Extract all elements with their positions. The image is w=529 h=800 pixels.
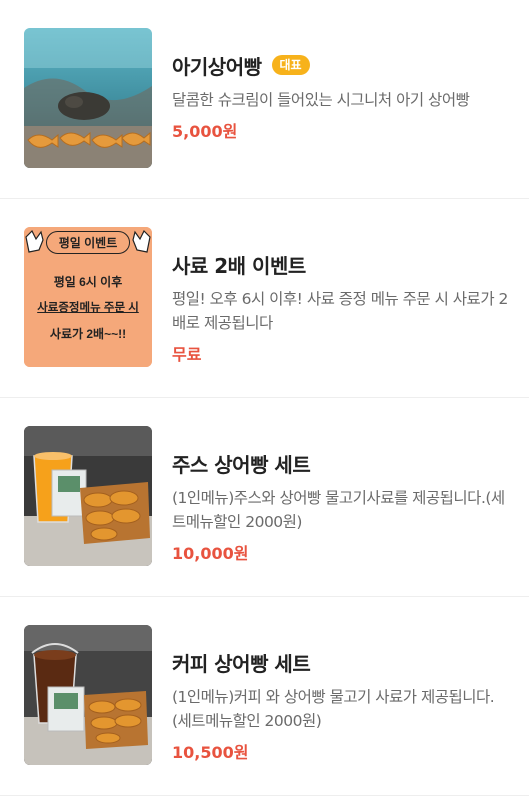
menu-item-title: 사료 2배 이벤트 xyxy=(172,253,306,278)
menu-item-juice-set[interactable]: 주스 상어빵 세트 (1인메뉴)주스와 상어빵 물고기사료를 제공됩니다.(세트… xyxy=(0,398,529,597)
signature-badge: 대표 xyxy=(271,55,310,75)
menu-item-price: 10,500원 xyxy=(172,743,249,762)
poster-heading: 평일 이벤트 xyxy=(46,231,130,254)
menu-item-title: 커피 상어빵 세트 xyxy=(172,651,311,676)
menu-item-image-event-poster: 평일 이벤트 평일 6시 이후 사료증정메뉴 주문 시 사료가 2배~~!! xyxy=(24,227,152,367)
menu-item-description: (1인메뉴)주스와 상어빵 물고기사료를 제공됩니다.(세트메뉴할인 2000원… xyxy=(172,489,505,531)
menu-item-title: 아기상어빵 xyxy=(172,54,262,79)
poster-line: 사료증정메뉴 주문 시 xyxy=(37,302,139,314)
poster-line: 사료가 2배~~!! xyxy=(49,327,127,341)
menu-item-price: 10,000원 xyxy=(172,544,249,563)
menu-item-image-juice-set xyxy=(24,426,152,566)
menu-item-price: 5,000원 xyxy=(172,122,238,141)
menu-item-description: 평일! 오후 6시 이후! 사료 증정 메뉴 주문 시 사료가 2배로 제공됩니… xyxy=(172,290,508,332)
menu-item-feed-event[interactable]: 평일 이벤트 평일 6시 이후 사료증정메뉴 주문 시 사료가 2배~~!! 사… xyxy=(0,199,529,398)
menu-item-description: 달콤한 슈크림이 들어있는 시그니처 아기 상어빵 xyxy=(172,91,470,109)
menu-item-title: 주스 상어빵 세트 xyxy=(172,452,311,477)
poster-line: 평일 6시 이후 xyxy=(53,275,123,289)
menu-list: 아기상어빵 대표 달콤한 슈크림이 들어있는 시그니처 아기 상어빵 5,000… xyxy=(0,0,529,800)
menu-item-coffee-set[interactable]: 커피 상어빵 세트 (1인메뉴)커피 와 상어빵 물고기 사료가 제공됩니다.(… xyxy=(0,597,529,796)
menu-item-baby-shark-bread[interactable]: 아기상어빵 대표 달콤한 슈크림이 들어있는 시그니처 아기 상어빵 5,000… xyxy=(0,0,529,199)
menu-item-description: (1인메뉴)커피 와 상어빵 물고기 사료가 제공됩니다.(세트메뉴할인 200… xyxy=(172,688,495,730)
menu-item-image-aquarium xyxy=(24,28,152,168)
menu-item-image-coffee-set xyxy=(24,625,152,765)
menu-item-price: 무료 xyxy=(172,345,202,364)
